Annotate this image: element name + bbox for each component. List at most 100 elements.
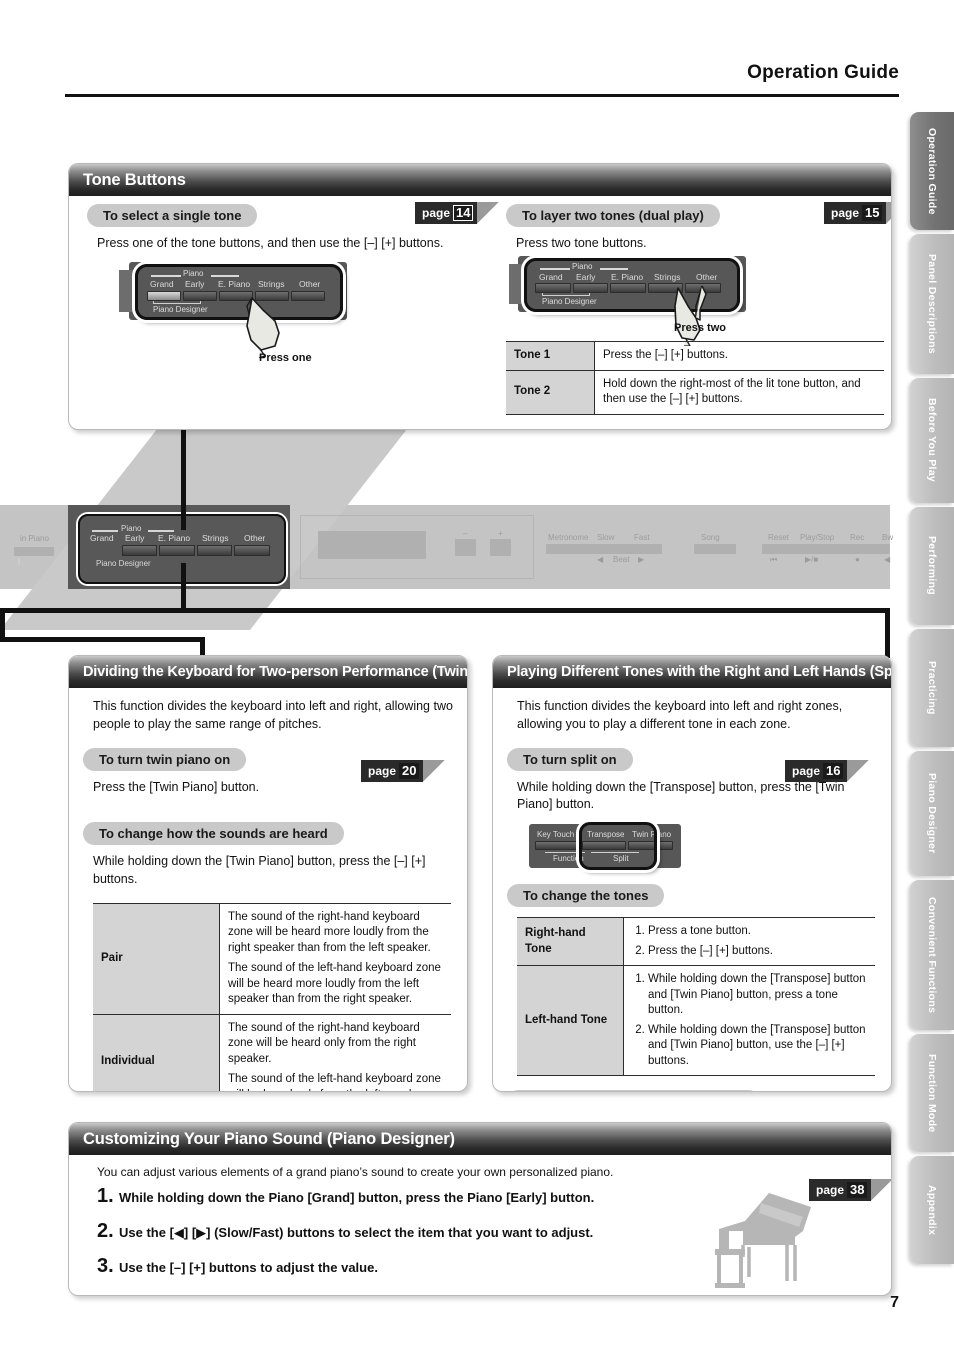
band-tone-label-other: Other: [244, 533, 266, 543]
tab-label: Appendix: [926, 1184, 938, 1236]
band-prev-icon: ⏮: [770, 555, 778, 564]
table-row: Pair The sound of the right-hand keyboar…: [93, 902, 451, 1015]
page-number: 20: [399, 762, 420, 780]
band-beat-label: Beat: [613, 555, 630, 564]
band-label-song: Song: [701, 533, 720, 542]
band-plus-key: [490, 539, 511, 556]
page-word: page: [792, 764, 821, 778]
text-piano-designer-intro: You can adjust various elements of a gra…: [97, 1165, 614, 1179]
step-text: Use the [◀] [▶] (Slow/Fast) buttons to s…: [119, 1225, 594, 1240]
text-select-single-tone: Press one of the tone buttons, and then …: [97, 236, 444, 250]
band-label-metronome: Metronome: [548, 533, 589, 542]
artwork-label-strings: Strings: [258, 279, 285, 289]
sidebar-item-practicing[interactable]: Practicing: [910, 629, 954, 747]
subsection-layer-two-tones: To layer two tones (dual play) Press two…: [506, 202, 891, 415]
page-reference-20[interactable]: page 20: [361, 760, 446, 782]
page-reference-16[interactable]: page 16: [785, 760, 870, 782]
grand-piano-illustration: [715, 1193, 811, 1288]
page-number: 16: [823, 762, 844, 780]
artwork-tone-keys: [535, 283, 721, 293]
flag-triangle: [886, 202, 891, 224]
band-tone-label-strings: Strings: [202, 533, 229, 543]
band-transport-keys: [762, 544, 890, 554]
pill-turn-split-on: To turn split on: [507, 747, 633, 771]
tab-label: Operation Guide: [926, 127, 938, 215]
pill-turn-twin-piano-on: To turn twin piano on: [83, 747, 247, 771]
page-reference-15[interactable]: page 15: [824, 202, 891, 224]
band-plus-label: +: [498, 529, 503, 538]
band-tone-label-grand: Grand: [90, 533, 114, 543]
tone-panel-artwork-dual: Piano Grand Early E. Piano Strings Other: [509, 256, 746, 312]
sidebar-item-convenient-functions[interactable]: Convenient Functions: [910, 880, 954, 1030]
caption-press-two: Press two: [674, 322, 726, 334]
band-song-key: [694, 544, 736, 554]
section-title-twin-piano: Dividing the Keyboard for Two-person Per…: [69, 656, 467, 688]
sidebar-item-function-mode[interactable]: Function Mode: [910, 1034, 954, 1152]
cell-label: Pair: [93, 902, 220, 1015]
artwork-label-early: Early: [185, 279, 205, 289]
flag-triangle: [423, 760, 446, 782]
sidebar-item-appendix[interactable]: Appendix: [910, 1156, 954, 1264]
cell-value: The sound of the right-hand keyboard zon…: [219, 1013, 451, 1091]
tab-label: Piano Designer: [926, 773, 938, 854]
table-row: Right-hand Tone Press a tone button. Pre…: [517, 916, 875, 967]
chapter-tab-strip: Operation Guide Panel Descriptions Befor…: [910, 112, 954, 1268]
band-beat-left-icon: ◀: [597, 555, 604, 564]
artwork-label-strings: Strings: [654, 272, 681, 282]
page-reference-14[interactable]: page 14: [415, 202, 500, 224]
connector-left-to-twin: [0, 637, 205, 642]
band-label-twin-piano: in Piano: [20, 534, 49, 543]
tab-label: Function Mode: [926, 1053, 938, 1133]
step-number: 3.: [97, 1255, 114, 1277]
artwork-label-epiano: E. Piano: [218, 279, 251, 289]
artwork-label-piano-designer: Piano Designer: [153, 305, 208, 314]
cell-line: The sound of the right-hand keyboard zon…: [228, 910, 431, 954]
table-row: Tone 1 Press the [–] [+] buttons.: [506, 341, 884, 371]
text-turn-split-on: While holding down the [Transpose] butto…: [517, 779, 845, 812]
band-bw-icon: ◀: [884, 555, 891, 564]
band-key: [14, 547, 54, 556]
band-label-fast: Fast: [634, 533, 650, 542]
page-word: page: [422, 206, 451, 220]
table-twin-piano-modes: Pair The sound of the right-hand keyboar…: [93, 902, 451, 1091]
artwork-label-key-touch: Key Touch: [537, 830, 575, 839]
sidebar-item-performing[interactable]: Performing: [910, 507, 954, 625]
section-title-piano-designer: Customizing Your Piano Sound (Piano Desi…: [69, 1123, 891, 1155]
sidebar-item-panel-descriptions[interactable]: Panel Descriptions: [910, 234, 954, 374]
band-display: [318, 531, 426, 559]
text-layer-two-tones: Press two tone buttons.: [516, 236, 647, 250]
subsection-split-point: Changing the keyboard’s split point Whil…: [507, 1090, 877, 1091]
sidebar-item-operation-guide[interactable]: Operation Guide: [910, 112, 954, 230]
connector-panel-down: [181, 563, 186, 611]
cell-line: The sound of the right-hand keyboard zon…: [228, 1021, 420, 1065]
page-number: 15: [862, 204, 883, 222]
band-minus-key: [455, 539, 476, 556]
section-title-split-play: Playing Different Tones with the Right a…: [493, 656, 891, 688]
artwork-label-grand: Grand: [150, 279, 174, 289]
section-twin-piano: Dividing the Keyboard for Two-person Per…: [68, 655, 468, 1092]
section-title-tone-buttons: Tone Buttons: [69, 164, 891, 196]
artwork-group-label-piano: Piano: [572, 262, 593, 271]
band-rec-icon: ●: [855, 555, 860, 564]
sidebar-item-before-you-play[interactable]: Before You Play: [910, 378, 954, 503]
page-title: Operation Guide: [747, 62, 899, 83]
cell-line: While holding down the [Transpose] butto…: [648, 972, 867, 1019]
cell-value: Press a tone button. Press the [–] [+] b…: [623, 916, 875, 967]
sidebar-item-piano-designer[interactable]: Piano Designer: [910, 751, 954, 876]
cell-line: Press the [–] [+] buttons.: [648, 944, 867, 960]
step-text: Use the [–] [+] buttons to adjust the va…: [119, 1260, 378, 1275]
cell-line: Press a tone button.: [648, 924, 867, 940]
band-minus-label: –: [463, 529, 468, 538]
band-label-rec: Rec: [850, 533, 865, 542]
step-number: 2.: [97, 1220, 114, 1242]
artwork-label-piano-designer: Piano Designer: [542, 297, 597, 306]
table-row: Tone 2 Hold down the right-most of the l…: [506, 369, 884, 415]
page-number: 14: [453, 204, 474, 222]
artwork-label-other: Other: [299, 279, 321, 289]
text-twin-piano-intro: This function divides the keyboard into …: [93, 699, 453, 731]
band-label-reset: Reset: [768, 533, 789, 542]
table-split-tones: Right-hand Tone Press a tone button. Pre…: [517, 916, 875, 1077]
pill-layer-two-tones: To layer two tones (dual play): [506, 204, 720, 227]
subsection-change-tones: To change the tones: [507, 884, 877, 907]
artwork-label-other: Other: [696, 272, 718, 282]
